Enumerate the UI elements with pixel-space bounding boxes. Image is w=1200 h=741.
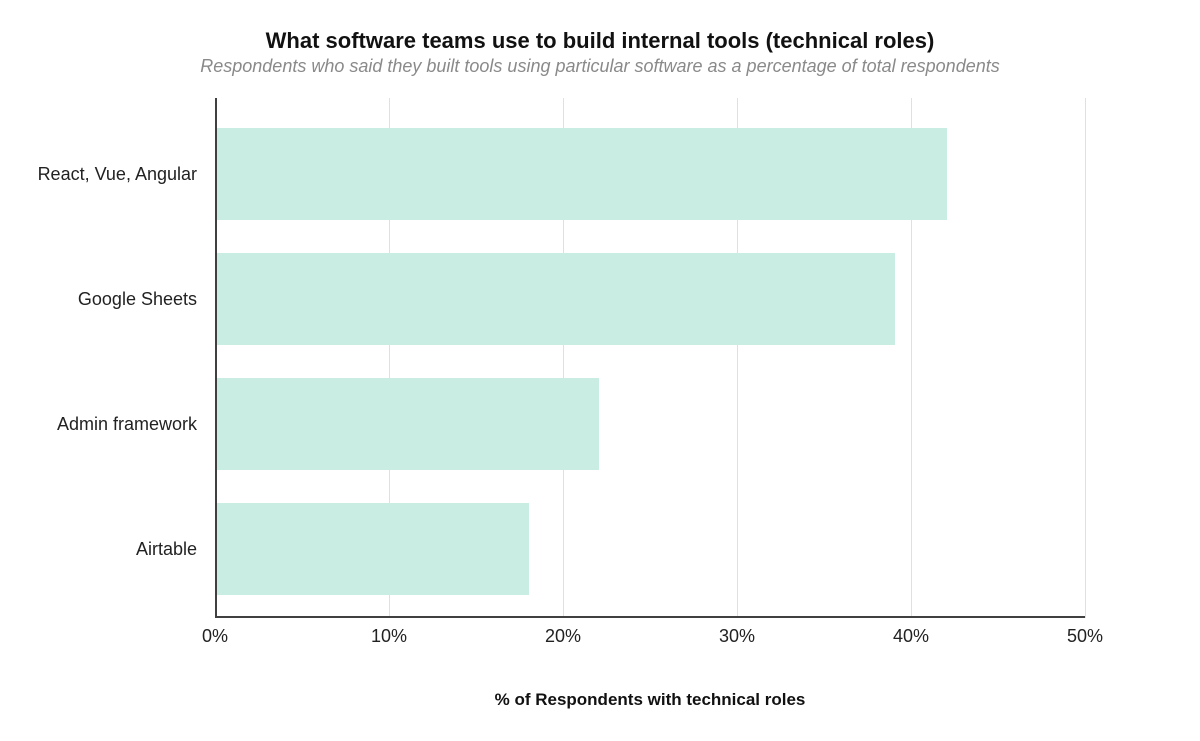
- chart-container: What software teams use to build interna…: [0, 0, 1200, 741]
- chart-subtitle: Respondents who said they built tools us…: [0, 56, 1200, 77]
- y-axis-labels: React, Vue, Angular Google Sheets Admin …: [0, 98, 205, 618]
- x-tick-label: 0%: [202, 626, 228, 647]
- x-axis-label: % of Respondents with technical roles: [215, 690, 1085, 710]
- bar: [216, 128, 947, 220]
- x-tick-label: 30%: [719, 626, 755, 647]
- x-tick-label: 10%: [371, 626, 407, 647]
- chart-title: What software teams use to build interna…: [0, 28, 1200, 54]
- y-category-label: React, Vue, Angular: [0, 128, 205, 220]
- plot-area: [215, 98, 1085, 618]
- y-axis-line: [215, 98, 217, 618]
- bar: [216, 253, 895, 345]
- y-category-label: Airtable: [0, 503, 205, 595]
- bar: [216, 378, 599, 470]
- title-block: What software teams use to build interna…: [0, 0, 1200, 77]
- x-tick-label: 50%: [1067, 626, 1103, 647]
- x-tick-label: 20%: [545, 626, 581, 647]
- x-tick-label: 40%: [893, 626, 929, 647]
- bar: [216, 503, 529, 595]
- x-axis-line: [215, 616, 1085, 618]
- y-category-label: Google Sheets: [0, 253, 205, 345]
- gridline: [1085, 98, 1086, 618]
- x-axis-ticks: 0% 10% 20% 30% 40% 50%: [215, 626, 1085, 656]
- y-category-label: Admin framework: [0, 378, 205, 470]
